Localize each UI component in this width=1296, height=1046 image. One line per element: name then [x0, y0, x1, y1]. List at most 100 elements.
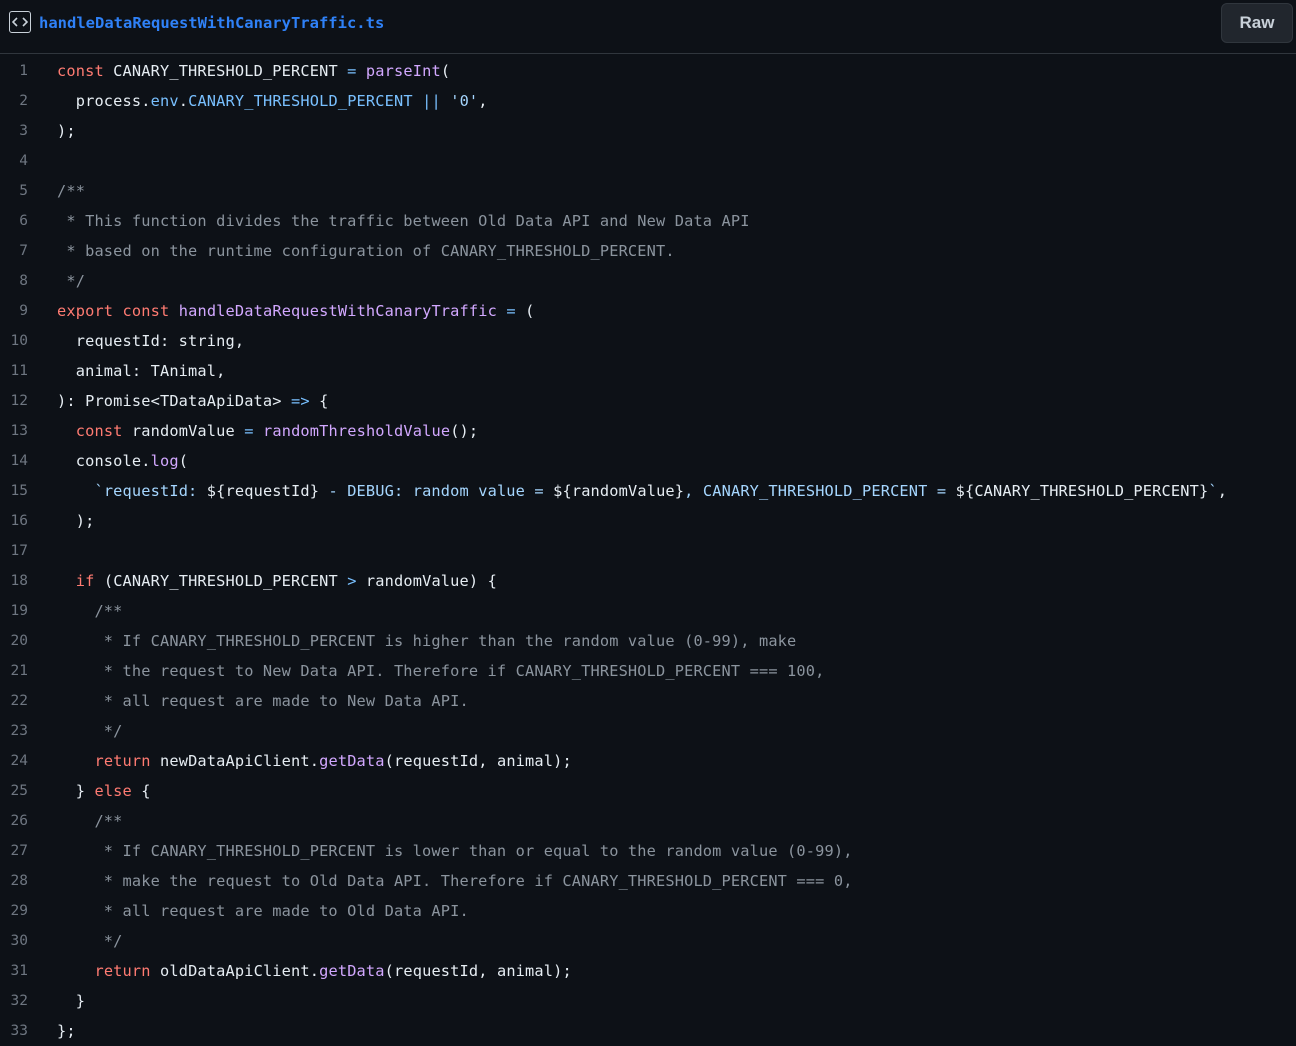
code-token: const [75, 422, 123, 440]
code-token: > [347, 572, 357, 590]
code-token: - DEBUG: random value = [319, 482, 554, 500]
code-line: 6 * This function divides the traffic be… [0, 206, 1296, 236]
line-content: /** [57, 806, 123, 836]
line-content: * This function divides the traffic betw… [57, 206, 750, 236]
code-token: randomValue) { [356, 572, 497, 590]
line-number[interactable]: 7 [0, 236, 28, 266]
line-number[interactable]: 10 [0, 326, 28, 356]
code-line: 20 * If CANARY_THRESHOLD_PERCENT is high… [0, 626, 1296, 656]
code-token: || [422, 92, 441, 110]
line-number[interactable]: 29 [0, 896, 28, 926]
code-line: 29 * all request are made to Old Data AP… [0, 896, 1296, 926]
code-token: * based on the runtime configuration of … [57, 242, 675, 260]
code-token: }; [57, 1022, 76, 1040]
code-token: */ [57, 272, 86, 290]
code-token: */ [57, 932, 123, 950]
code-token: oldDataApiClient. [150, 962, 320, 980]
line-number[interactable]: 5 [0, 176, 28, 206]
code-token: /** [57, 602, 123, 620]
line-content: * If CANARY_THRESHOLD_PERCENT is higher … [57, 626, 796, 656]
code-token: ( [178, 452, 189, 470]
line-number[interactable]: 13 [0, 416, 28, 446]
line-number[interactable]: 17 [0, 536, 28, 566]
line-number[interactable]: 31 [0, 956, 28, 986]
code-token: if [75, 572, 95, 590]
code-token: else [94, 782, 132, 800]
code-token: = [347, 62, 357, 80]
line-number[interactable]: 18 [0, 566, 28, 596]
line-number[interactable]: 2 [0, 86, 28, 116]
code-token: animal: TAnimal, [57, 362, 226, 380]
code-token: process. [57, 92, 151, 110]
line-number[interactable]: 26 [0, 806, 28, 836]
line-content: * all request are made to Old Data API. [57, 896, 469, 926]
line-number[interactable]: 1 [0, 56, 28, 86]
code-token: getData [319, 962, 385, 980]
line-number[interactable]: 30 [0, 926, 28, 956]
code-token: (); [450, 422, 479, 440]
line-number[interactable]: 27 [0, 836, 28, 866]
code-line: 10 requestId: string, [0, 326, 1296, 356]
code-line: 16 ); [0, 506, 1296, 536]
code-token: * If CANARY_THRESHOLD_PERCENT is higher … [57, 632, 797, 650]
code-token: const [57, 62, 104, 80]
line-number[interactable]: 15 [0, 476, 28, 506]
code-token: ${randomValue} [553, 482, 685, 500]
code-token: } [57, 782, 95, 800]
code-token: CANARY_THRESHOLD_PERCENT [103, 62, 348, 80]
code-token: * make the request to Old Data API. Ther… [57, 872, 853, 890]
line-content: /** [57, 596, 123, 626]
line-content: /** [57, 176, 85, 206]
line-content: } [57, 986, 85, 1016]
line-number[interactable]: 4 [0, 146, 28, 176]
line-number[interactable]: 8 [0, 266, 28, 296]
code-token: console. [57, 452, 151, 470]
code-line: 3); [0, 116, 1296, 146]
line-number[interactable]: 3 [0, 116, 28, 146]
code-token: log [150, 452, 179, 470]
code-token: , [478, 92, 488, 110]
line-number[interactable]: 20 [0, 626, 28, 656]
code-token: return [94, 752, 151, 770]
file-name-link[interactable]: handleDataRequestWithCanaryTraffic.ts [39, 12, 384, 34]
line-number[interactable]: 28 [0, 866, 28, 896]
code-line: 26 /** [0, 806, 1296, 836]
code-token: `requestId: [94, 482, 207, 500]
code-token: requestId: string, [57, 332, 245, 350]
line-number[interactable]: 11 [0, 356, 28, 386]
line-content: ); [57, 506, 95, 536]
line-number[interactable]: 6 [0, 206, 28, 236]
code-token: export [57, 302, 114, 320]
line-content: * based on the runtime configuration of … [57, 236, 675, 266]
raw-button[interactable]: Raw [1221, 3, 1293, 43]
line-number[interactable]: 32 [0, 986, 28, 1016]
code-line: 2 process.env.CANARY_THRESHOLD_PERCENT |… [0, 86, 1296, 116]
line-number[interactable]: 19 [0, 596, 28, 626]
code-token: */ [57, 722, 123, 740]
line-number[interactable]: 21 [0, 656, 28, 686]
line-number[interactable]: 16 [0, 506, 28, 536]
code-line: 25 } else { [0, 776, 1296, 806]
line-number[interactable]: 24 [0, 746, 28, 776]
code-line: 32 } [0, 986, 1296, 1016]
line-number[interactable]: 25 [0, 776, 28, 806]
line-number[interactable]: 22 [0, 686, 28, 716]
line-number[interactable]: 9 [0, 296, 28, 326]
line-number[interactable]: 23 [0, 716, 28, 746]
code-token: CANARY_THRESHOLD_PERCENT [188, 92, 413, 110]
line-content: * make the request to Old Data API. Ther… [57, 866, 853, 896]
code-token: (requestId, animal); [384, 962, 572, 980]
line-content: * all request are made to New Data API. [57, 686, 469, 716]
line-number[interactable]: 12 [0, 386, 28, 416]
line-content: const CANARY_THRESHOLD_PERCENT = parseIn… [57, 56, 450, 86]
line-number[interactable]: 14 [0, 446, 28, 476]
file-header: handleDataRequestWithCanaryTraffic.ts Ra… [0, 0, 1296, 54]
code-token: ); [57, 512, 95, 530]
code-line: 28 * make the request to Old Data API. T… [0, 866, 1296, 896]
code-token: * all request are made to New Data API. [57, 692, 469, 710]
